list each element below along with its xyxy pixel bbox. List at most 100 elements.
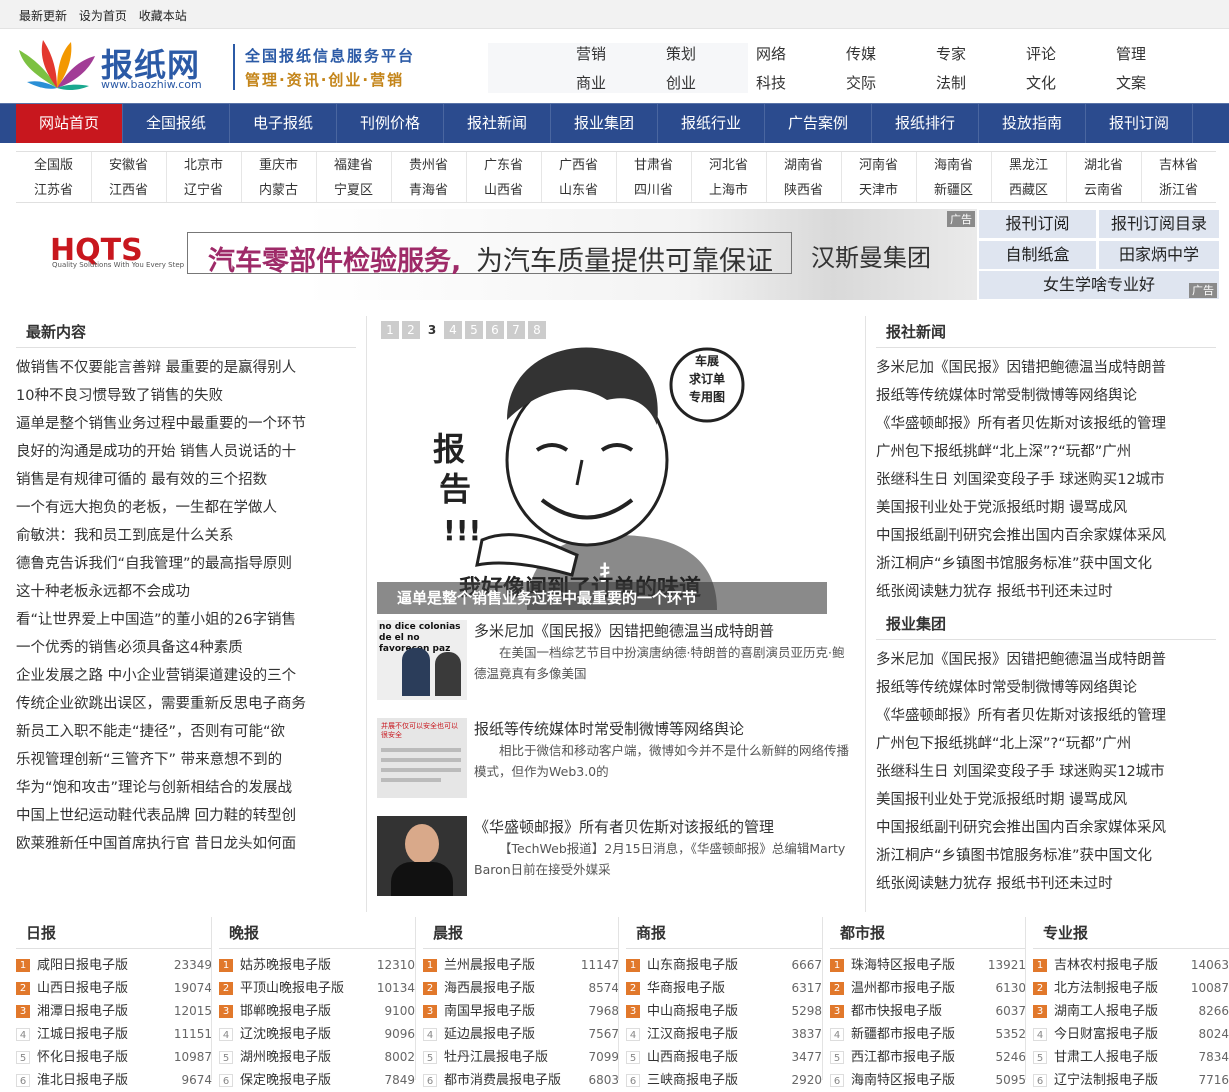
ranking-row[interactable]: 1 咸阳日报电子版 23349 <box>16 954 212 977</box>
ranking-paper-name[interactable]: 西江都市报电子版 <box>851 1046 955 1069</box>
latest-content-link[interactable]: 乐视管理创新“三管齐下” 带来意想不到的 <box>16 746 356 774</box>
ranking-paper-name[interactable]: 甘肃工人报电子版 <box>1054 1046 1158 1069</box>
ranking-paper-name[interactable]: 辽宁法制报电子版 <box>1054 1069 1158 1092</box>
region-link[interactable]: 西藏区 <box>991 178 1066 203</box>
ranking-paper-name[interactable]: 延边晨报电子版 <box>444 1023 535 1046</box>
ranking-row[interactable]: 4 今日财富报电子版 8024 <box>1033 1023 1229 1046</box>
ranking-paper-name[interactable]: 新疆都市报电子版 <box>851 1023 955 1046</box>
press-group-link[interactable]: 报纸等传统媒体时常受制微博等网络舆论 <box>876 674 1221 702</box>
region-link[interactable]: 上海市 <box>691 178 766 203</box>
topcat-link[interactable]: 文案 <box>1116 72 1146 93</box>
slider-page-button[interactable]: 6 <box>486 321 504 339</box>
region-link[interactable]: 新疆区 <box>916 178 991 203</box>
ranking-row[interactable]: 4 江汉商报电子版 3837 <box>626 1023 822 1046</box>
side-ad-link[interactable]: 女生学啥专业好 <box>979 271 1219 299</box>
ranking-paper-name[interactable]: 北方法制报电子版 <box>1054 977 1158 1000</box>
ranking-paper-name[interactable]: 三峡商报电子版 <box>647 1069 738 1092</box>
latest-content-link[interactable]: 销售是有规律可循的 最有效的三个招数 <box>16 466 356 494</box>
ranking-row[interactable]: 3 湘潭日报电子版 12015 <box>16 1000 212 1023</box>
press-group-link[interactable]: 多米尼加《国民报》因错把鲍德温当成特朗普 <box>876 646 1221 674</box>
press-news-link[interactable]: 美国报刊业处于党派报纸时期 谩骂成风 <box>876 494 1221 522</box>
topcat-link[interactable]: 文化 <box>1026 72 1056 93</box>
ranking-row[interactable]: 3 都市快报电子版 6037 <box>830 1000 1026 1023</box>
topcat-link[interactable]: 管理 <box>1116 43 1146 64</box>
ranking-row[interactable]: 4 新疆都市报电子版 5352 <box>830 1023 1026 1046</box>
ranking-paper-name[interactable]: 江城日报电子版 <box>37 1023 128 1046</box>
press-news-link[interactable]: 浙江桐庐“乡镇图书馆服务标准”获中国文化 <box>876 550 1221 578</box>
ranking-paper-name[interactable]: 山西日报电子版 <box>37 977 128 1000</box>
side-ad-link[interactable]: 自制纸盒 <box>979 241 1096 269</box>
region-link[interactable]: 山东省 <box>541 178 616 203</box>
topcat-link[interactable]: 评论 <box>1026 43 1056 64</box>
press-news-link[interactable]: 报纸等传统媒体时常受制微博等网络舆论 <box>876 382 1221 410</box>
ranking-paper-name[interactable]: 湖州晚报电子版 <box>240 1046 331 1069</box>
ranking-paper-name[interactable]: 温州都市报电子版 <box>851 977 955 1000</box>
latest-content-link[interactable]: 做销售不仅要能言善辩 最重要的是赢得别人 <box>16 354 356 382</box>
ranking-row[interactable]: 1 姑苏晚报电子版 12310 <box>219 954 415 977</box>
side-ad-link[interactable]: 田家炳中学 <box>1099 241 1219 269</box>
nav-industry[interactable]: 报纸行业 <box>658 104 765 143</box>
ranking-paper-name[interactable]: 华商报电子版 <box>647 977 725 1000</box>
ranking-row[interactable]: 6 三峡商报电子版 2920 <box>626 1069 822 1092</box>
ranking-paper-name[interactable]: 珠海特区报电子版 <box>851 954 955 977</box>
slider-page-button[interactable]: 7 <box>507 321 525 339</box>
press-group-link[interactable]: 广州包下报纸挑衅“北上深”?“玩都”广州 <box>876 730 1221 758</box>
topcat-link[interactable]: 专家 <box>936 43 966 64</box>
ranking-row[interactable]: 6 海南特区报电子版 5095 <box>830 1069 1026 1092</box>
ranking-row[interactable]: 4 辽沈晚报电子版 9096 <box>219 1023 415 1046</box>
latest-content-link[interactable]: 华为“饱和攻击”理论与创新相结合的发展战 <box>16 774 356 802</box>
slider-page-button[interactable]: 2 <box>402 321 420 339</box>
topcat-link[interactable]: 交际 <box>846 72 876 93</box>
ranking-row[interactable]: 5 湖州晚报电子版 8002 <box>219 1046 415 1069</box>
latest-content-link[interactable]: 这十种老板永远都不会成功 <box>16 578 356 606</box>
slide-caption[interactable]: 逼单是整个销售业务过程中最重要的一个环节 <box>377 582 827 614</box>
slider-page-button[interactable]: 1 <box>381 321 399 339</box>
set-homepage-link[interactable]: 设为首页 <box>79 9 127 23</box>
topcat-link[interactable]: 营销 <box>576 43 606 64</box>
ranking-paper-name[interactable]: 咸阳日报电子版 <box>37 954 128 977</box>
ranking-paper-name[interactable]: 海南特区报电子版 <box>851 1069 955 1092</box>
ranking-paper-name[interactable]: 怀化日报电子版 <box>37 1046 128 1069</box>
press-news-link[interactable]: 纸张阅读魅力犹存 报纸书刊还未过时 <box>876 578 1221 606</box>
ranking-paper-name[interactable]: 吉林农村报电子版 <box>1054 954 1158 977</box>
region-link[interactable]: 河南省 <box>841 153 916 178</box>
ad-banner[interactable]: HQTS Quality Solutions With You Every St… <box>16 209 977 300</box>
nav-ad-rates[interactable]: 刊例价格 <box>337 104 444 143</box>
region-link[interactable]: 重庆市 <box>241 153 316 178</box>
ranking-row[interactable]: 6 淮北日报电子版 9674 <box>16 1069 212 1092</box>
region-link[interactable]: 吉林省 <box>1141 153 1216 178</box>
ranking-paper-name[interactable]: 江汉商报电子版 <box>647 1023 738 1046</box>
latest-content-link[interactable]: 10种不良习惯导致了销售的失败 <box>16 382 356 410</box>
ranking-row[interactable]: 4 江城日报电子版 11151 <box>16 1023 212 1046</box>
slider-page-button[interactable]: 8 <box>528 321 546 339</box>
region-link[interactable]: 北京市 <box>166 153 241 178</box>
press-news-link[interactable]: 中国报纸副刊研究会推出国内百余家媒体采风 <box>876 522 1221 550</box>
latest-content-link[interactable]: 逼单是整个销售业务过程中最重要的一个环节 <box>16 410 356 438</box>
press-news-link[interactable]: 广州包下报纸挑衅“北上深”?“玩都”广州 <box>876 438 1221 466</box>
slider-page-button[interactable]: 3 <box>423 321 441 339</box>
slider-page-button[interactable]: 5 <box>465 321 483 339</box>
ranking-row[interactable]: 2 山西日报电子版 19074 <box>16 977 212 1000</box>
region-link[interactable]: 陕西省 <box>766 178 841 203</box>
region-link[interactable]: 内蒙古 <box>241 178 316 203</box>
ranking-row[interactable]: 2 平顶山晚报电子版 10134 <box>219 977 415 1000</box>
press-group-link[interactable]: 张继科生日 刘国梁变段子手 球迷购买12城市 <box>876 758 1221 786</box>
ranking-paper-name[interactable]: 姑苏晚报电子版 <box>240 954 331 977</box>
ranking-row[interactable]: 4 延边晨报电子版 7567 <box>423 1023 619 1046</box>
ranking-row[interactable]: 3 南国早报电子版 7968 <box>423 1000 619 1023</box>
region-link[interactable]: 海南省 <box>916 153 991 178</box>
featured-slide[interactable]: 车展 求订单 专用图 报 告 !!! 扌 我好像闻到了订单的味道 逼单是整个销售… <box>377 340 827 614</box>
latest-content-link[interactable]: 俞敏洪：我和员工到底是什么关系 <box>16 522 356 550</box>
topcat-link[interactable]: 科技 <box>756 72 786 93</box>
ranking-row[interactable]: 6 辽宁法制报电子版 7716 <box>1033 1069 1229 1092</box>
site-logo[interactable]: 报纸网 www.baozhiw.com <box>17 36 217 96</box>
ranking-row[interactable]: 3 邯郸晚报电子版 9100 <box>219 1000 415 1023</box>
ranking-row[interactable]: 5 怀化日报电子版 10987 <box>16 1046 212 1069</box>
ranking-paper-name[interactable]: 牡丹江晨报电子版 <box>444 1046 548 1069</box>
region-link[interactable]: 黑龙江 <box>991 153 1066 178</box>
press-group-link[interactable]: 浙江桐庐“乡镇图书馆服务标准”获中国文化 <box>876 842 1221 870</box>
ranking-paper-name[interactable]: 山东商报电子版 <box>647 954 738 977</box>
press-group-link[interactable]: 纸张阅读魅力犹存 报纸书刊还未过时 <box>876 870 1221 898</box>
region-link[interactable]: 湖北省 <box>1066 153 1141 178</box>
region-link[interactable]: 安徽省 <box>91 153 166 178</box>
